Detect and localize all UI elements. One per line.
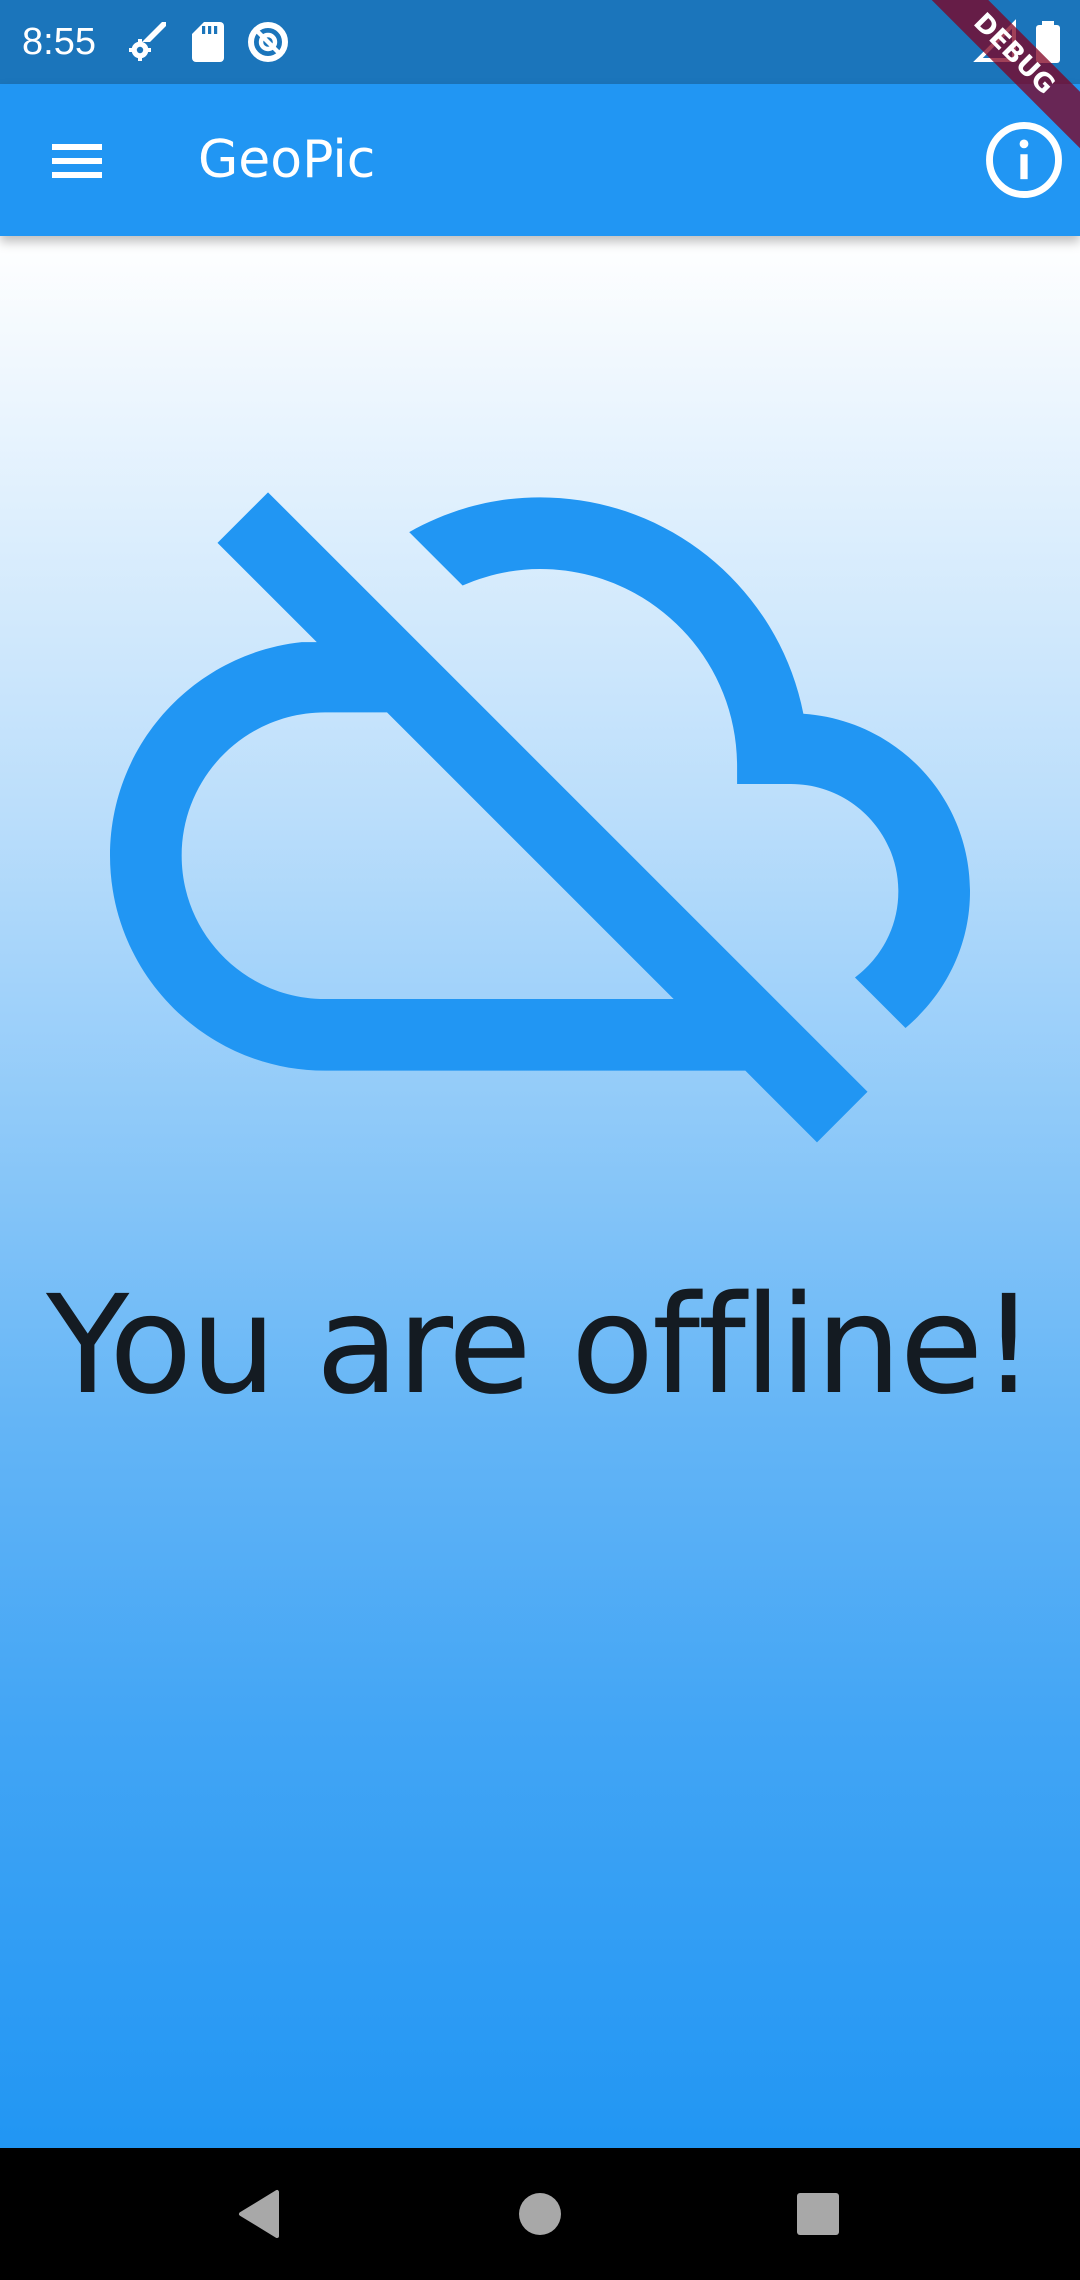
offline-screen-body: You are offline!: [0, 236, 1080, 2148]
app-bar: GeoPic: [0, 84, 1080, 236]
sd-card-icon: [192, 22, 224, 62]
status-bar: 8:55: [0, 0, 1080, 84]
info-button[interactable]: [978, 114, 1070, 206]
offline-message: You are offline!: [46, 1267, 1036, 1425]
info-icon: [986, 122, 1062, 198]
navigation-bar: [0, 2148, 1080, 2280]
status-time: 8:55: [22, 21, 96, 63]
menu-button[interactable]: [36, 124, 116, 196]
app-title: GeoPic: [198, 130, 376, 190]
recents-icon: [797, 2193, 839, 2235]
data-saver-icon: [248, 22, 288, 62]
home-button[interactable]: [504, 2178, 576, 2250]
back-button[interactable]: [223, 2178, 295, 2250]
home-icon: [519, 2193, 561, 2235]
signal-icon: [973, 19, 1016, 62]
menu-icon: [52, 144, 102, 178]
battery-icon: [1036, 21, 1060, 63]
settings-sync-icon: [129, 22, 166, 61]
screen: 8:55 DEBUG GeoPic You are offline!: [0, 0, 1080, 2280]
recents-button[interactable]: [782, 2178, 854, 2250]
cloud-off-icon: [110, 492, 970, 1143]
back-icon: [239, 2190, 279, 2238]
